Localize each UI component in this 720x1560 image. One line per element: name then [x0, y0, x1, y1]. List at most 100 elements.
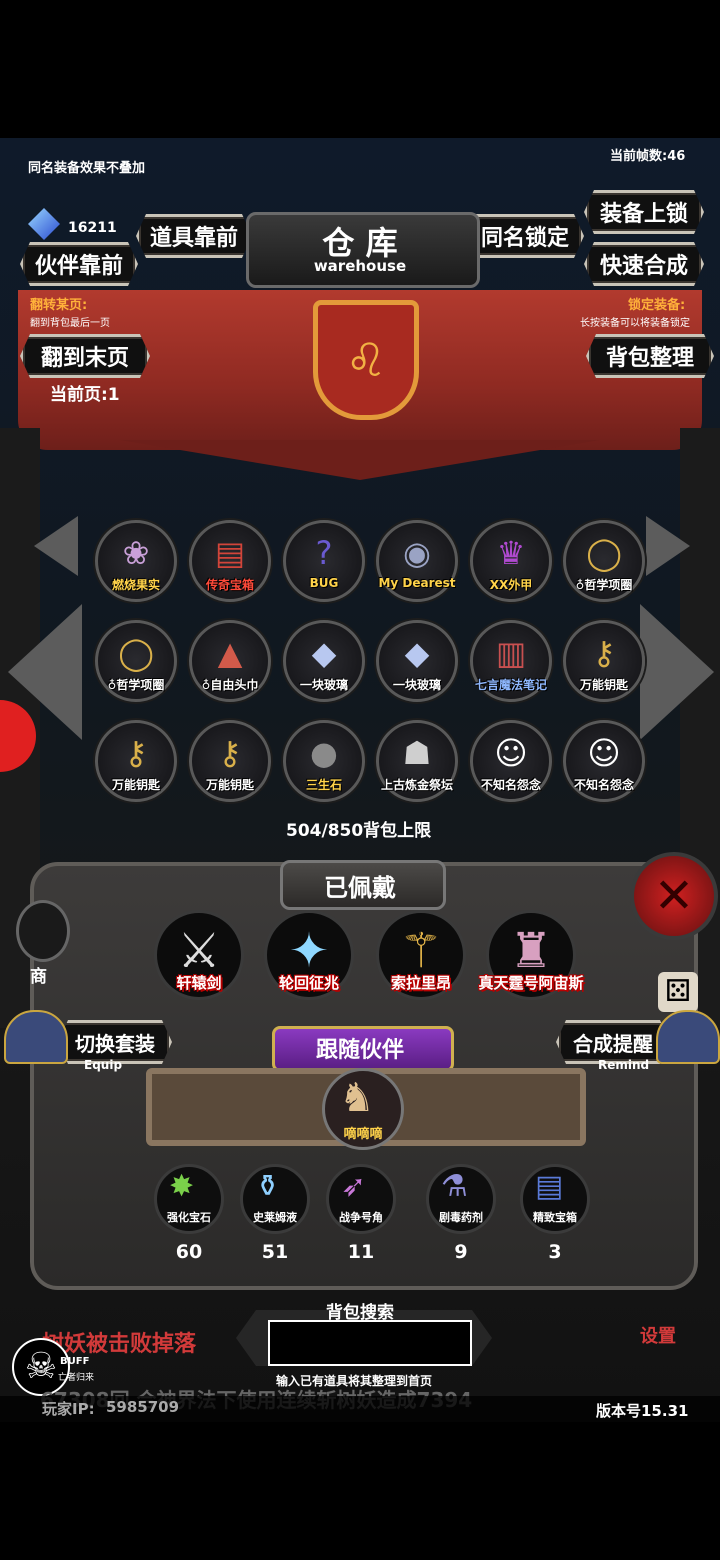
inventory-slot[interactable]: ▥ 七言魔法笔记 — [470, 620, 552, 702]
equipped-slot[interactable]: ♜ 真天霆号阿宙斯 — [478, 910, 584, 1000]
item-label: 万能钥匙 — [205, 778, 254, 792]
search-input[interactable] — [268, 1320, 472, 1366]
inventory-slot[interactable]: ❀ 燃烧果实 — [95, 520, 177, 602]
inventory-slot[interactable]: ◯ ♁哲学项圈 — [95, 620, 177, 702]
current-page: 当前页:1 — [50, 385, 120, 405]
item-icon: ? — [315, 534, 333, 572]
consumable-slot[interactable]: ⚗ 剧毒药剂 9 — [426, 1164, 496, 1263]
inventory-slot[interactable]: ☗ 上古炼金祭坛 — [376, 720, 458, 802]
shop-icon[interactable] — [16, 900, 70, 962]
inventory-slot[interactable]: ● 三生石 — [283, 720, 365, 802]
flip-page-title: 翻转某页: — [30, 298, 88, 313]
inventory-slot[interactable]: ⚷ 万能钥匙 — [95, 720, 177, 802]
equipped-slot[interactable]: ⚔ 轩辕剑 — [154, 910, 244, 1000]
partner-slot[interactable]: ♞ 嘀嘀嘀 — [322, 1068, 404, 1150]
item-icon: ▲ — [217, 634, 243, 672]
helmet-icon — [4, 1010, 68, 1064]
item-label: ♁哲学项圈 — [107, 678, 165, 692]
item-icon: ▥ — [495, 634, 527, 672]
item-label: 一块玻璃 — [392, 678, 441, 692]
equipment-label: 索拉里昂 — [390, 974, 451, 992]
partner-label: 嘀嘀嘀 — [343, 1127, 383, 1142]
consumable-slot[interactable]: ✸ 强化宝石 60 — [154, 1164, 224, 1263]
inventory-slot[interactable]: ⚷ 万能钥匙 — [563, 620, 645, 702]
consumable-label: 战争号角 — [339, 1211, 383, 1224]
item-label: 上古炼金祭坛 — [380, 778, 453, 792]
lock-equip-desc: 长按装备可以将装备锁定 — [580, 318, 690, 329]
quick-merge-button[interactable]: 快速合成 — [584, 242, 704, 286]
inventory-slot[interactable]: ▤ 传奇宝箱 — [189, 520, 271, 602]
dice-icon[interactable]: ⚄ — [658, 972, 698, 1012]
item-icon: ▤ — [214, 534, 246, 572]
consumable-slot[interactable]: ➶ 战争号角 11 — [326, 1164, 396, 1263]
inventory-slot[interactable]: ☺ 不知名怨念 — [563, 720, 645, 802]
equip-lock-button[interactable]: 装备上锁 — [584, 190, 704, 234]
item-label: 燃烧果实 — [111, 578, 160, 592]
item-icon: ⚷ — [592, 634, 616, 672]
fps-counter: 当前帧数:46 — [610, 149, 686, 164]
close-icon: ✕ — [653, 868, 695, 924]
same-name-lock-button[interactable]: 同名锁定 — [466, 214, 584, 258]
consumable-icon: ▤ — [535, 1169, 564, 1204]
inventory-slot[interactable]: ◉ My Dearest — [376, 520, 458, 602]
flip-page-desc: 翻到背包最后一页 — [30, 318, 110, 329]
item-label: 不知名怨念 — [573, 778, 634, 792]
player-ip-label: 玩家IP: — [42, 1400, 95, 1418]
item-icon: ● — [310, 734, 338, 772]
inventory-slot[interactable]: ♛ XX外甲 — [470, 520, 552, 602]
inventory-slot[interactable]: ☺ 不知名怨念 — [470, 720, 552, 802]
version-label: 版本号15.31 — [596, 1402, 689, 1420]
equipment-label: 轩辕剑 — [176, 974, 222, 992]
settings-label[interactable]: 设置 — [640, 1322, 676, 1348]
inventory-slot[interactable]: ◆ 一块玻璃 — [283, 620, 365, 702]
equipped-title: 已佩戴 — [324, 874, 396, 902]
item-label: 不知名怨念 — [480, 778, 541, 792]
item-icon: ❀ — [122, 534, 150, 572]
consumable-count: 11 — [347, 1241, 375, 1263]
item-icon: ☗ — [402, 734, 432, 772]
bag-capacity: 504/850背包上限 — [286, 821, 432, 841]
inventory-slot[interactable]: ▲ ♁自由头巾 — [189, 620, 271, 702]
helmet-icon-right — [656, 1010, 720, 1064]
item-icon: ☺ — [494, 734, 528, 772]
inventory-slot[interactable]: ◯ ♁哲学项圈 — [563, 520, 645, 602]
partner-front-button[interactable]: 伙伴靠前 — [20, 242, 138, 286]
item-front-button[interactable]: 道具靠前 — [136, 214, 252, 258]
last-page-button[interactable]: 翻到末页 — [20, 334, 150, 378]
consumable-count: 3 — [548, 1241, 562, 1263]
item-label: 三生石 — [305, 778, 342, 792]
lock-equip-title: 锁定装备: — [628, 298, 686, 313]
item-label: ♁哲学项圈 — [575, 578, 633, 592]
item-icon: ◯ — [118, 634, 154, 672]
buff-sub: 亡者归来 — [58, 1373, 95, 1383]
sort-bag-button[interactable]: 背包整理 — [586, 334, 714, 378]
equipped-slot[interactable]: ⚚ 索拉里昂 — [376, 910, 466, 1000]
inventory-slot[interactable]: ⚷ 万能钥匙 — [189, 720, 271, 802]
item-icon: ◉ — [403, 534, 431, 572]
inventory-slot[interactable]: ◆ 一块玻璃 — [376, 620, 458, 702]
warehouse-subtitle: warehouse — [313, 257, 407, 275]
gem-count: 16211 — [68, 220, 117, 236]
equipped-slot[interactable]: ✦ 轮回征兆 — [264, 910, 354, 1000]
consumable-icon: ➶ — [341, 1169, 367, 1204]
consumable-icon: ✸ — [169, 1169, 195, 1204]
item-label: 万能钥匙 — [579, 678, 628, 692]
item-label: 一块玻璃 — [299, 678, 348, 692]
item-label: 传奇宝箱 — [205, 578, 254, 592]
consumable-slot[interactable]: ⚱ 史莱姆液 51 — [240, 1164, 310, 1263]
consumable-label: 史莱姆液 — [253, 1211, 297, 1224]
follow-partner-title: 跟随伙伴 — [315, 1038, 404, 1063]
item-label: 万能钥匙 — [111, 778, 160, 792]
inventory-slot[interactable]: ? BUG — [283, 520, 365, 602]
equipment-label: 轮回征兆 — [278, 974, 339, 992]
item-label: ♁自由头巾 — [201, 678, 259, 692]
item-label: XX外甲 — [489, 578, 533, 592]
item-label: 七言魔法笔记 — [474, 678, 547, 692]
consumable-label: 精致宝箱 — [533, 1211, 577, 1224]
consumable-slot[interactable]: ▤ 精致宝箱 3 — [520, 1164, 590, 1263]
item-icon: ⚷ — [124, 734, 148, 772]
close-button[interactable]: ✕ — [630, 852, 718, 940]
consumable-icon: ⚗ — [441, 1169, 468, 1204]
item-icon: ◯ — [586, 534, 622, 572]
consumable-label: 强化宝石 — [167, 1211, 211, 1224]
